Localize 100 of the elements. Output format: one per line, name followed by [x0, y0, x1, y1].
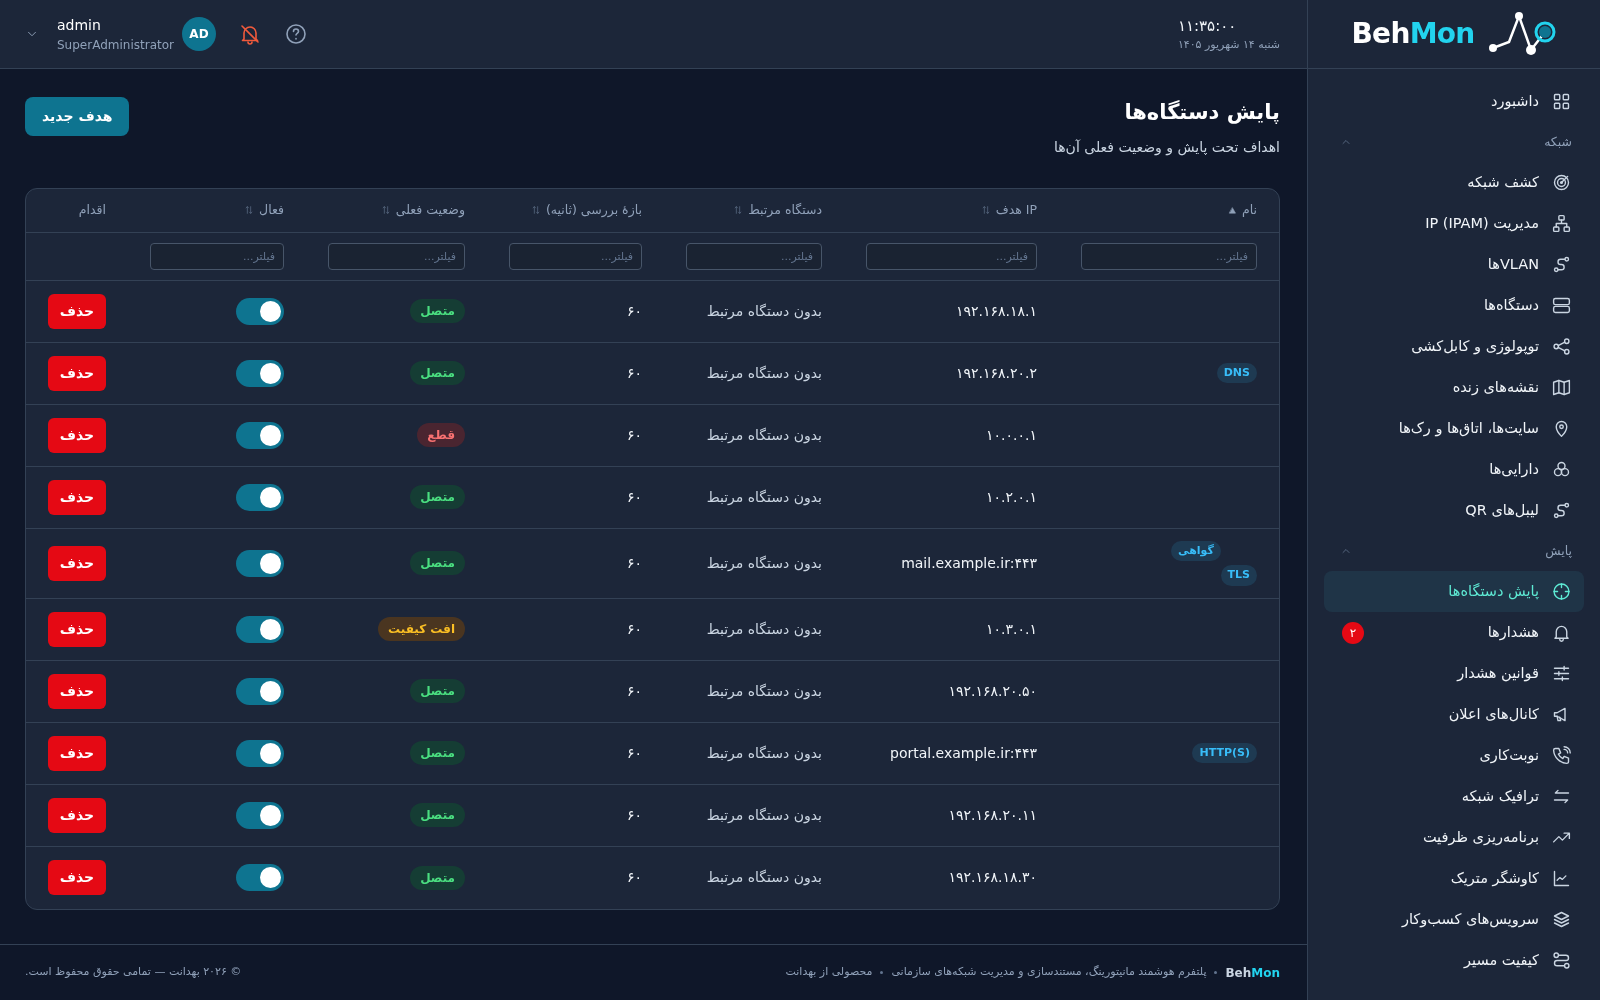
sidebar-item[interactable]: دارایی‌ها [1324, 449, 1584, 490]
tag: گواهی [1171, 540, 1221, 561]
table-cell-text: ۶۰ [625, 363, 643, 383]
delete-button[interactable]: حذف [48, 673, 106, 709]
clock-time: ۱۱:۳۵:۰۰ [1177, 15, 1237, 37]
filter-field[interactable]: فیلتر... [150, 242, 284, 270]
table-cell-text: ۶۰ [625, 425, 643, 445]
sitemap-icon [1551, 213, 1572, 234]
user-name: admin [57, 15, 101, 35]
table-cell-text: ۶۰ [625, 868, 643, 887]
toggle-switch[interactable] [236, 677, 284, 705]
column-header[interactable]: بازهٔ بررسی (ثانیه) [545, 200, 642, 220]
status-badge: متصل [410, 551, 465, 575]
radar-icon [1551, 172, 1572, 193]
toggle-switch[interactable] [236, 421, 284, 449]
toggle-switch[interactable] [236, 801, 284, 829]
table-cell-text: mail.example.ir:۴۴۳ [900, 553, 1038, 573]
status-badge: متصل [410, 299, 465, 323]
delete-button[interactable]: حذف [48, 355, 106, 391]
table-cell-text: بدون دستگاه مرتبط [705, 619, 823, 640]
column-header[interactable]: IP هدف [995, 200, 1037, 220]
sidebar-item[interactable]: نوبت‌کاری [1324, 735, 1584, 776]
table-cell-text: بدون دستگاه مرتبط [705, 868, 823, 888]
sidebar-item[interactable]: مدیریت IP (IPAM) [1324, 203, 1584, 244]
filter-field[interactable]: فیلتر... [1081, 242, 1257, 270]
toggle-switch[interactable] [236, 739, 284, 767]
delete-button[interactable]: حذف [48, 545, 106, 581]
sidebar-item[interactable]: VLANها [1324, 244, 1584, 285]
toggle-switch[interactable] [236, 359, 284, 387]
column-header[interactable]: دستگاه مرتبط [748, 200, 822, 220]
table-cell-text: ۶۰ [625, 487, 643, 507]
table-cell-text: portal.example.ir:۴۴۳ [889, 743, 1038, 763]
sliders-icon [1551, 663, 1572, 684]
sidebar-item[interactable]: سرویس‌های کسب‌وکار [1324, 899, 1584, 940]
sidebar-item[interactable]: برنامه‌ریزی ظرفیت [1324, 817, 1584, 858]
table-cell-text: بدون دستگاه مرتبط [705, 425, 823, 446]
table-cell-text: ۱۹۲.۱۶۸.۱۸.۱ [954, 301, 1038, 321]
delete-button[interactable]: حذف [48, 860, 106, 895]
help-icon[interactable] [283, 22, 308, 46]
sidebar-item[interactable]: پایش دستگاه‌ها [1324, 571, 1584, 612]
status-badge: متصل [410, 741, 465, 765]
copyright-text: © ۲۰۲۶ بهدانت — تمامی حقوق محفوظ است. [25, 964, 242, 981]
delete-button[interactable]: حذف [48, 417, 106, 453]
dashboard-icon [1551, 91, 1572, 112]
column-header[interactable]: فعال [259, 200, 284, 220]
sidebar-item[interactable]: نقشه‌های زنده [1324, 367, 1584, 408]
table-cell-text: ۱۹۲.۱۶۸.۲۰.۲ [954, 363, 1038, 383]
tag: TLS [1220, 565, 1257, 586]
toggle-switch[interactable] [236, 297, 284, 325]
table-cell-text: ۱۰.۲.۰.۱ [985, 487, 1038, 507]
delete-button[interactable]: حذف [48, 293, 106, 329]
table-cell-text: بدون دستگاه مرتبط [705, 743, 823, 764]
table-cell-text: بدون دستگاه مرتبط [705, 805, 823, 826]
delete-button[interactable]: حذف [48, 797, 106, 833]
toggle-switch[interactable] [236, 483, 284, 511]
tag: HTTP(S) [1192, 742, 1257, 764]
sidebar-item[interactable]: ترافیک شبکه [1324, 776, 1584, 817]
new-target-button[interactable]: هدف جدید [25, 97, 130, 136]
filter-field[interactable]: فیلتر... [328, 242, 465, 270]
page-title: پایش دستگاه‌ها [1123, 99, 1280, 126]
server-icon [1551, 295, 1572, 316]
sidebar-item[interactable]: کاوشگر متریک [1324, 858, 1584, 899]
sort-ascending-icon[interactable] [1227, 205, 1237, 215]
column-header[interactable]: وضعیت فعلی [395, 200, 465, 220]
toggle-switch[interactable] [236, 864, 284, 891]
status-badge: متصل [410, 865, 465, 890]
delete-button[interactable]: حذف [48, 479, 106, 515]
filter-field[interactable]: فیلتر... [509, 242, 642, 270]
sidebar-item[interactable]: دستگاه‌ها [1324, 285, 1584, 326]
status-badge: متصل [410, 803, 465, 827]
sidebar-item[interactable]: سایت‌ها، اتاق‌ها و رک‌ها [1324, 408, 1584, 449]
table-cell-text: ۱۰.۳.۰.۱ [985, 619, 1038, 639]
sidebar-item[interactable]: کانال‌های اعلان [1324, 694, 1584, 735]
table-cell-text: بدون دستگاه مرتبط [705, 553, 823, 574]
toggle-switch[interactable] [236, 615, 284, 643]
route-icon [1551, 500, 1572, 521]
column-header[interactable]: نام [1241, 200, 1257, 220]
sidebar-item[interactable]: لیبل‌های QR [1324, 490, 1584, 531]
sidebar-item[interactable]: توپولوژی و کابل‌کشی [1324, 326, 1584, 367]
column-header[interactable]: اقدام [78, 200, 106, 220]
path-icon [1551, 950, 1572, 971]
delete-button[interactable]: حذف [48, 611, 106, 647]
table-cell-text: ۶۰ [625, 681, 643, 701]
sidebar-item[interactable]: کیفیت مسیر [1324, 940, 1584, 981]
filter-field[interactable]: فیلتر... [686, 242, 822, 270]
sidebar-item[interactable]: هشدارها ۲ [1324, 612, 1584, 653]
filter-field[interactable]: فیلتر... [866, 242, 1037, 270]
table-cell-text: ۱۹۲.۱۶۸.۲۰.۵۰ [947, 681, 1038, 701]
table-cell-text: ۶۰ [625, 805, 643, 825]
sidebar-item[interactable]: قوانین هشدار [1324, 653, 1584, 694]
footer-brand: BehMon [1225, 964, 1280, 982]
delete-button[interactable]: حذف [48, 735, 106, 771]
toggle-switch[interactable] [236, 549, 284, 577]
sidebar-item[interactable]: کشف شبکه [1324, 162, 1584, 203]
sidebar-item[interactable]: داشبورد [1324, 81, 1584, 122]
footer-tagline: پلتفرم هوشمند مانیتورینگ، مستندسازی و مدیریت شبکه‌های سازمانی [891, 964, 1207, 981]
table-cell-text: بدون دستگاه مرتبط [705, 363, 823, 384]
user-avatar[interactable]: AD [181, 17, 216, 51]
table-cell-text: ۶۰ [625, 553, 643, 573]
status-badge: قطع [417, 423, 465, 447]
